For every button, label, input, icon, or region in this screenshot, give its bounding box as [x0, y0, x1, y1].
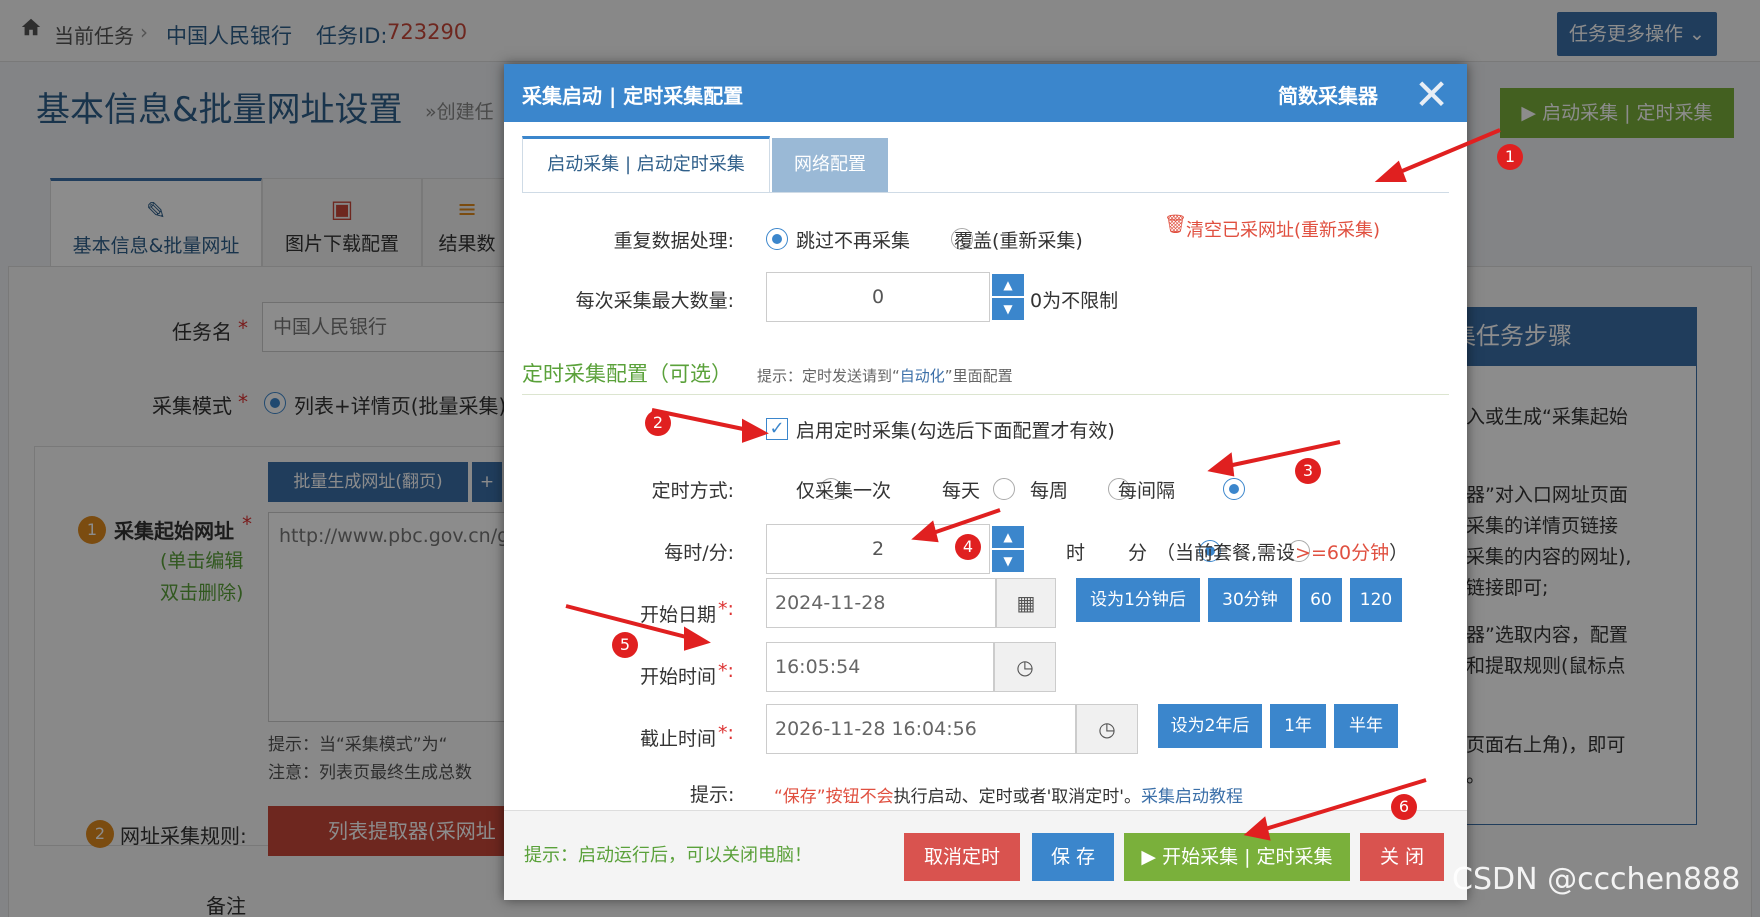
- annotation-badge-2: 2: [645, 410, 671, 436]
- arrow-head: [1374, 160, 1407, 182]
- arrow-head: [742, 418, 769, 443]
- annotation-arrows: [565, 128, 1501, 841]
- annotation-badge-3: 3: [1295, 458, 1321, 484]
- annotation-badge-4: 4: [955, 534, 981, 560]
- annotation-badge-6: 6: [1391, 794, 1417, 820]
- annotation-badge-1: 1: [1497, 144, 1523, 170]
- arrow-head: [684, 626, 711, 651]
- arrow-head: [911, 520, 939, 543]
- arrow-3: [1227, 440, 1341, 468]
- annotation-badge-5: 5: [612, 632, 638, 658]
- arrow-1: [1394, 128, 1501, 176]
- arrow-head: [1243, 816, 1271, 841]
- arrow-4: [929, 508, 1001, 536]
- arrow-head: [1207, 452, 1235, 477]
- watermark: CSDN @ccchen888: [1452, 862, 1741, 897]
